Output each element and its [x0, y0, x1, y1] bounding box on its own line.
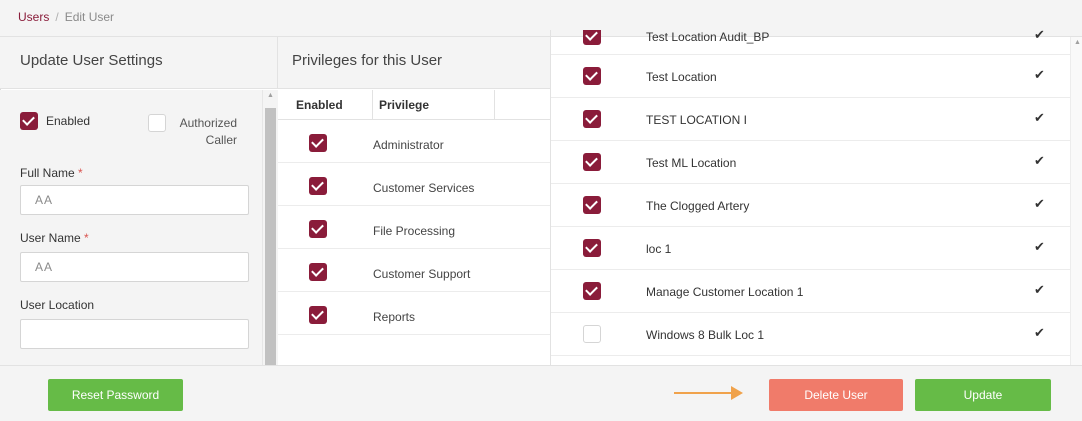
- delete-user-button[interactable]: Delete User: [769, 379, 903, 411]
- privilege-row: File Processing: [278, 206, 550, 249]
- location-row: The Clogged Artery ✔: [551, 184, 1070, 227]
- authorized-caller-checkbox[interactable]: [148, 114, 166, 132]
- privilege-row: Administrator: [278, 120, 550, 163]
- location-checkbox[interactable]: [583, 30, 601, 45]
- enabled-checkbox[interactable]: [20, 112, 38, 130]
- privilege-checkbox[interactable]: [309, 134, 327, 152]
- privilege-label: Reports: [373, 310, 416, 324]
- required-mark: *: [78, 166, 83, 180]
- user-name-label-text: User Name: [20, 231, 81, 245]
- privilege-label: Administrator: [373, 138, 444, 152]
- reset-password-button[interactable]: Reset Password: [48, 379, 183, 411]
- authorized-caller-option[interactable]: [148, 114, 166, 132]
- privilege-checkbox[interactable]: [309, 306, 327, 324]
- location-checkbox[interactable]: [583, 196, 601, 214]
- location-row: Manage Customer Location 1 ✔: [551, 270, 1070, 313]
- column-divider: [494, 90, 495, 120]
- location-label: The Clogged Artery: [646, 199, 750, 213]
- privilege-row: Customer Support: [278, 249, 550, 292]
- privilege-row: Reports: [278, 292, 550, 335]
- user-location-input[interactable]: [20, 319, 249, 349]
- check-icon: ✔: [1034, 67, 1045, 82]
- locations-list: Test Location Audit_BP ✔ Test Location ✔ T…: [550, 30, 1070, 365]
- locations-scrollbar[interactable]: ▲: [1070, 37, 1082, 365]
- location-label: TEST LOCATION I: [646, 113, 747, 127]
- privilege-checkbox[interactable]: [309, 263, 327, 281]
- check-icon: ✔: [1034, 30, 1045, 42]
- location-checkbox[interactable]: [583, 239, 601, 257]
- location-row: Test Location Audit_BP ✔: [551, 30, 1070, 55]
- location-row: Windows 8 Bulk Loc 1 ✔: [551, 313, 1070, 356]
- enabled-label: Enabled: [46, 114, 91, 128]
- user-name-label: User Name *: [20, 231, 89, 245]
- user-settings-title: Update User Settings: [0, 37, 278, 89]
- privileges-table: Enabled Privilege Administrator Customer…: [278, 90, 550, 335]
- check-icon: ✔: [1034, 325, 1045, 340]
- column-header-privilege[interactable]: Privilege: [372, 90, 429, 120]
- location-row: Test Location ✔: [551, 55, 1070, 98]
- scrollbar-thumb[interactable]: [265, 108, 276, 365]
- check-icon: ✔: [1034, 153, 1045, 168]
- privileges-title: Privileges for this User: [278, 37, 550, 89]
- location-checkbox[interactable]: [583, 282, 601, 300]
- scroll-up-icon[interactable]: ▲: [1074, 39, 1081, 46]
- column-header-enabled[interactable]: Enabled: [296, 98, 343, 112]
- location-row: TEST LOCATION I ✔: [551, 98, 1070, 141]
- privilege-row: Customer Services: [278, 163, 550, 206]
- location-label: loc 1: [646, 242, 672, 256]
- privilege-label: Customer Support: [373, 267, 471, 281]
- location-label: Test ML Location: [646, 156, 737, 170]
- location-checkbox[interactable]: [583, 110, 601, 128]
- location-checkbox[interactable]: [583, 67, 601, 85]
- location-row: loc 1 ✔: [551, 227, 1070, 270]
- location-label: Windows 8 Bulk Loc 1: [646, 328, 765, 342]
- breadcrumb-users-link[interactable]: Users: [18, 10, 49, 24]
- privilege-checkbox[interactable]: [309, 177, 327, 195]
- location-label: Test Location Audit_BP: [646, 30, 770, 44]
- privilege-label: File Processing: [373, 224, 456, 238]
- check-icon: ✔: [1034, 196, 1045, 211]
- full-name-label-text: Full Name: [20, 166, 75, 180]
- full-name-label: Full Name *: [20, 166, 83, 180]
- privilege-label: Customer Services: [373, 181, 475, 195]
- privilege-checkbox[interactable]: [309, 220, 327, 238]
- pointer-arrow-head-icon: [731, 386, 743, 400]
- scroll-up-icon[interactable]: ▲: [267, 92, 274, 99]
- location-label: Test Location: [646, 70, 717, 84]
- check-icon: ✔: [1034, 282, 1045, 297]
- update-button[interactable]: Update: [915, 379, 1051, 411]
- location-checkbox[interactable]: [583, 153, 601, 171]
- pointer-arrow-icon: [674, 392, 734, 394]
- privileges-table-header: Enabled Privilege: [278, 90, 550, 120]
- required-mark: *: [84, 231, 89, 245]
- authorized-caller-label-line2: Caller: [205, 133, 237, 147]
- settings-scrollbar[interactable]: ▲: [262, 90, 278, 365]
- check-icon: ✔: [1034, 239, 1045, 254]
- location-checkbox[interactable]: [583, 325, 601, 343]
- check-icon: ✔: [1034, 110, 1045, 125]
- authorized-caller-label-line1: Authorized: [179, 116, 237, 130]
- breadcrumb-separator: /: [55, 10, 59, 24]
- full-name-input[interactable]: AA: [20, 185, 249, 215]
- breadcrumb-current: Edit User: [64, 10, 115, 24]
- user-name-input[interactable]: AA: [20, 252, 249, 282]
- authorized-caller-label: Authorized Caller: [175, 115, 237, 149]
- location-row: Test ML Location ✔: [551, 141, 1070, 184]
- enabled-option[interactable]: Enabled: [20, 112, 90, 130]
- location-label: Manage Customer Location 1: [646, 285, 804, 299]
- user-location-label: User Location: [20, 298, 95, 312]
